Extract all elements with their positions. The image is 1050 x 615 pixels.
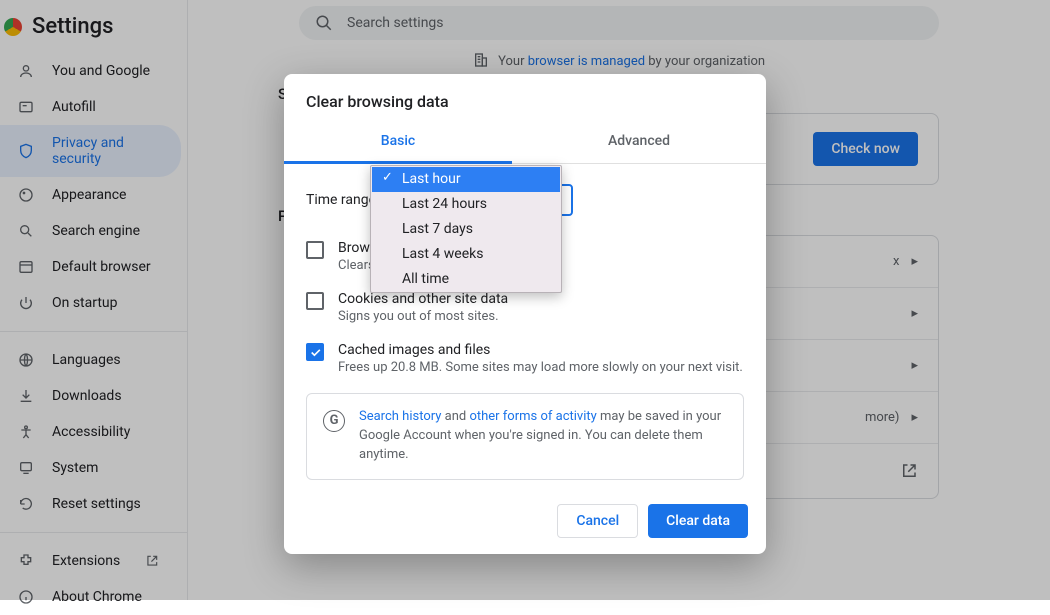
checkbox-sub: Frees up 20.8 MB. Some sites may load mo… [338,360,743,375]
checkbox[interactable] [306,343,324,361]
checkbox-sub: Signs you out of most sites. [338,309,508,324]
checkbox[interactable] [306,292,324,310]
time-range-label: Time range [306,192,376,208]
google-account-info: G Search history and other forms of acti… [306,393,744,480]
checkbox-title: Cached images and files [338,342,743,358]
dropdown-option-last-4-weeks[interactable]: Last 4 weeks [372,242,560,267]
checkbox-row-cached[interactable]: Cached images and files Frees up 20.8 MB… [306,336,744,387]
time-range-dropdown: Last hour Last 24 hours Last 7 days Last… [370,165,562,293]
google-logo-icon: G [323,410,345,432]
clear-browsing-data-dialog: Clear browsing data Basic Advanced Time … [284,74,766,554]
checkbox[interactable] [306,241,324,259]
tab-advanced[interactable]: Advanced [512,121,766,163]
dropdown-option-last-hour[interactable]: Last hour [372,167,560,192]
search-history-link[interactable]: Search history [359,409,441,424]
clear-data-button[interactable]: Clear data [648,504,748,538]
info-text: and [441,409,469,424]
dropdown-option-all-time[interactable]: All time [372,267,560,292]
dialog-tabs: Basic Advanced [284,121,766,164]
dropdown-option-last-24-hours[interactable]: Last 24 hours [372,192,560,217]
cancel-button[interactable]: Cancel [557,504,638,538]
other-activity-link[interactable]: other forms of activity [469,409,596,424]
dialog-title: Clear browsing data [284,74,766,121]
tab-basic[interactable]: Basic [284,121,512,164]
checkbox-title: Cookies and other site data [338,291,508,307]
dropdown-option-last-7-days[interactable]: Last 7 days [372,217,560,242]
